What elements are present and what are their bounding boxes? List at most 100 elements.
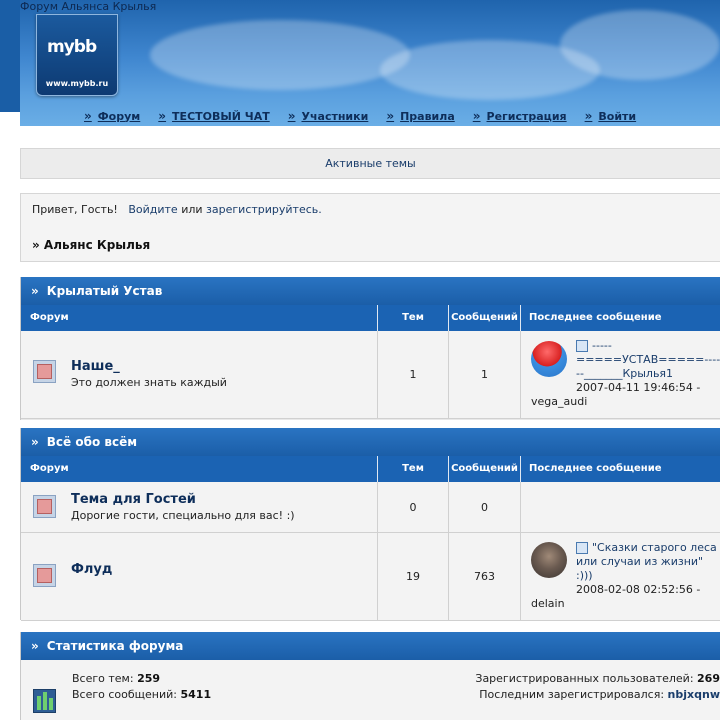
nav-label: ТЕСТОВЫЙ ЧАТ	[172, 109, 270, 123]
chevron-right-icon: »	[472, 109, 481, 123]
stats-title: Статистика форума	[46, 639, 184, 653]
col-messages: Сообщений	[449, 305, 521, 331]
col-last-post: Последнее сообщение	[529, 463, 662, 474]
message-count: 763	[449, 533, 521, 620]
nav-forum[interactable]: » Форум	[84, 108, 140, 124]
category-block: » Всё обо всём Форум Тем Сообщений Послед…	[20, 428, 720, 621]
greeting-text: Привет, Гость!	[32, 203, 118, 216]
col-forum: Форум	[21, 456, 378, 482]
total-topics-value: 259	[137, 672, 161, 685]
forum-cell: Тема для Гостей Дорогие гости, специальн…	[21, 482, 378, 532]
topic-count: 19	[378, 533, 449, 620]
chevron-right-icon: »	[84, 109, 92, 123]
forum-row: Тема для Гостей Дорогие гости, специальн…	[21, 482, 720, 533]
category-header: » Всё обо всём	[21, 428, 720, 456]
forum-row: Флуд 19 763 "Сказки старого леса или слу…	[21, 533, 720, 621]
last-post-cell: "Сказки старого леса или случаи из жизни…	[521, 533, 720, 620]
topic-count: 1	[378, 331, 449, 418]
forum-read-icon	[33, 564, 56, 587]
registered-value: 269	[697, 672, 720, 685]
go-to-post-icon	[576, 542, 588, 554]
last-post-link[interactable]: "Сказки старого леса или случаи из жизни…	[576, 541, 720, 583]
last-post-user[interactable]: delain	[531, 597, 565, 610]
stats-header: » Статистика форума	[21, 632, 720, 660]
nav-login[interactable]: » Войти	[585, 108, 637, 124]
last-post-date: 2008-02-08 02:52:56 -	[576, 583, 701, 596]
nav-test-chat[interactable]: » ТЕСТОВЫЙ ЧАТ	[158, 108, 269, 124]
nav-label: Регистрация	[486, 109, 567, 123]
forum-name-link[interactable]: Наше_	[71, 359, 120, 374]
category-block: » Крылатый Устав Форум Тем Сообщений Посл…	[20, 277, 720, 420]
registered-label: Зарегистрированных пользователей:	[475, 672, 694, 685]
logo-url: www.mybb.ru	[45, 79, 109, 88]
mybb-logo[interactable]: mybb www.mybb.ru	[36, 14, 118, 96]
last-post-title: "Сказки старого леса или случаи из жизни…	[576, 541, 717, 582]
nav-members[interactable]: » Участники	[288, 108, 369, 124]
column-headers: Форум Тем Сообщений Последнее сообщение	[21, 456, 720, 482]
chevron-right-icon: »	[31, 435, 39, 449]
nav-label: Войти	[598, 109, 637, 123]
last-post-date: 2007-04-11 19:46:54 -	[576, 381, 701, 394]
user-avatar[interactable]	[531, 542, 567, 578]
chevron-right-icon: »	[584, 109, 593, 123]
registered-users: Зарегистрированных пользователей: 269	[475, 672, 720, 685]
category-title: Всё обо всём	[46, 435, 138, 449]
last-registered-label: Последним зарегистрировался:	[479, 688, 665, 701]
welcome-panel: Привет, Гость! Войдите или зарегистрируй…	[20, 193, 720, 262]
total-messages: Всего сообщений: 5411	[72, 688, 211, 701]
site-title: Форум Альянса Крылья	[20, 0, 157, 13]
chevron-right-icon: »	[158, 109, 167, 123]
col-last-post: Последнее сообщение	[529, 312, 662, 323]
nav-rules[interactable]: » Правила	[386, 108, 454, 124]
forum-read-icon	[33, 495, 56, 518]
go-to-post-icon	[576, 340, 588, 352]
col-topics: Тем	[378, 305, 449, 331]
column-headers: Форум Тем Сообщений Последнее сообщение	[21, 305, 720, 331]
header-corner	[0, 112, 20, 126]
nav-label: Правила	[400, 109, 455, 123]
message-count: 0	[449, 482, 521, 532]
last-post-cell	[521, 482, 720, 532]
forum-description: Это должен знать каждый	[71, 376, 227, 389]
chevron-right-icon: »	[386, 109, 395, 123]
breadcrumb[interactable]: » Альянс Крылья	[32, 238, 150, 252]
forum-stats: » Статистика форума Всего тем: 259 Всего …	[20, 632, 720, 720]
site-header: Форум Альянса Крылья mybb www.mybb.ru » Ф…	[0, 0, 720, 126]
category-title: Крылатый Устав	[46, 284, 163, 298]
or-text: или	[181, 203, 203, 216]
cloud-decoration	[150, 20, 410, 90]
stats-body: Всего тем: 259 Всего сообщений: 5411 Зар…	[21, 660, 720, 720]
forum-read-icon	[33, 360, 56, 383]
register-link[interactable]: зарегистрируйтесь.	[206, 203, 322, 216]
last-post-link[interactable]: -----=====УСТАВ=====------_______Крылья1	[576, 339, 720, 381]
greeting-line: Привет, Гость! Войдите или зарегистрируй…	[32, 203, 322, 216]
col-messages: Сообщений	[449, 456, 521, 482]
active-topics-link[interactable]: Активные темы	[20, 148, 720, 179]
login-link[interactable]: Войдите	[128, 203, 177, 216]
chevron-right-icon: »	[287, 109, 296, 123]
cloud-decoration	[560, 10, 720, 80]
forum-row: Наше_ Это должен знать каждый 1 1 -----=…	[21, 331, 720, 419]
forum-name-link[interactable]: Флуд	[71, 562, 112, 577]
nav-register[interactable]: » Регистрация	[473, 108, 567, 124]
total-topics-label: Всего тем:	[72, 672, 134, 685]
nav-label: Форум	[97, 109, 141, 123]
topic-count: 0	[378, 482, 449, 532]
last-registered-user-link[interactable]: nbjxqnw	[668, 688, 720, 701]
forum-name-link[interactable]: Тема для Гостей	[71, 492, 196, 507]
col-forum: Форум	[21, 305, 378, 331]
stats-chart-icon	[33, 689, 56, 713]
user-avatar[interactable]	[531, 341, 567, 377]
logo-mark: mybb	[47, 37, 97, 57]
last-post-title: -----=====УСТАВ=====------_______Крылья1	[576, 339, 720, 380]
header-left-strip	[0, 0, 20, 112]
forum-cell: Флуд	[21, 533, 378, 620]
last-registered: Последним зарегистрировался: nbjxqnw	[479, 688, 720, 701]
main-navigation: » Форум » ТЕСТОВЫЙ ЧАТ » Участники » Правила…	[84, 108, 636, 124]
total-messages-value: 5411	[180, 688, 212, 701]
message-count: 1	[449, 331, 521, 418]
last-post-user[interactable]: vega_audi	[531, 395, 587, 408]
col-topics: Тем	[378, 456, 449, 482]
nav-label: Участники	[301, 109, 369, 123]
forum-cell: Наше_ Это должен знать каждый	[21, 331, 378, 418]
